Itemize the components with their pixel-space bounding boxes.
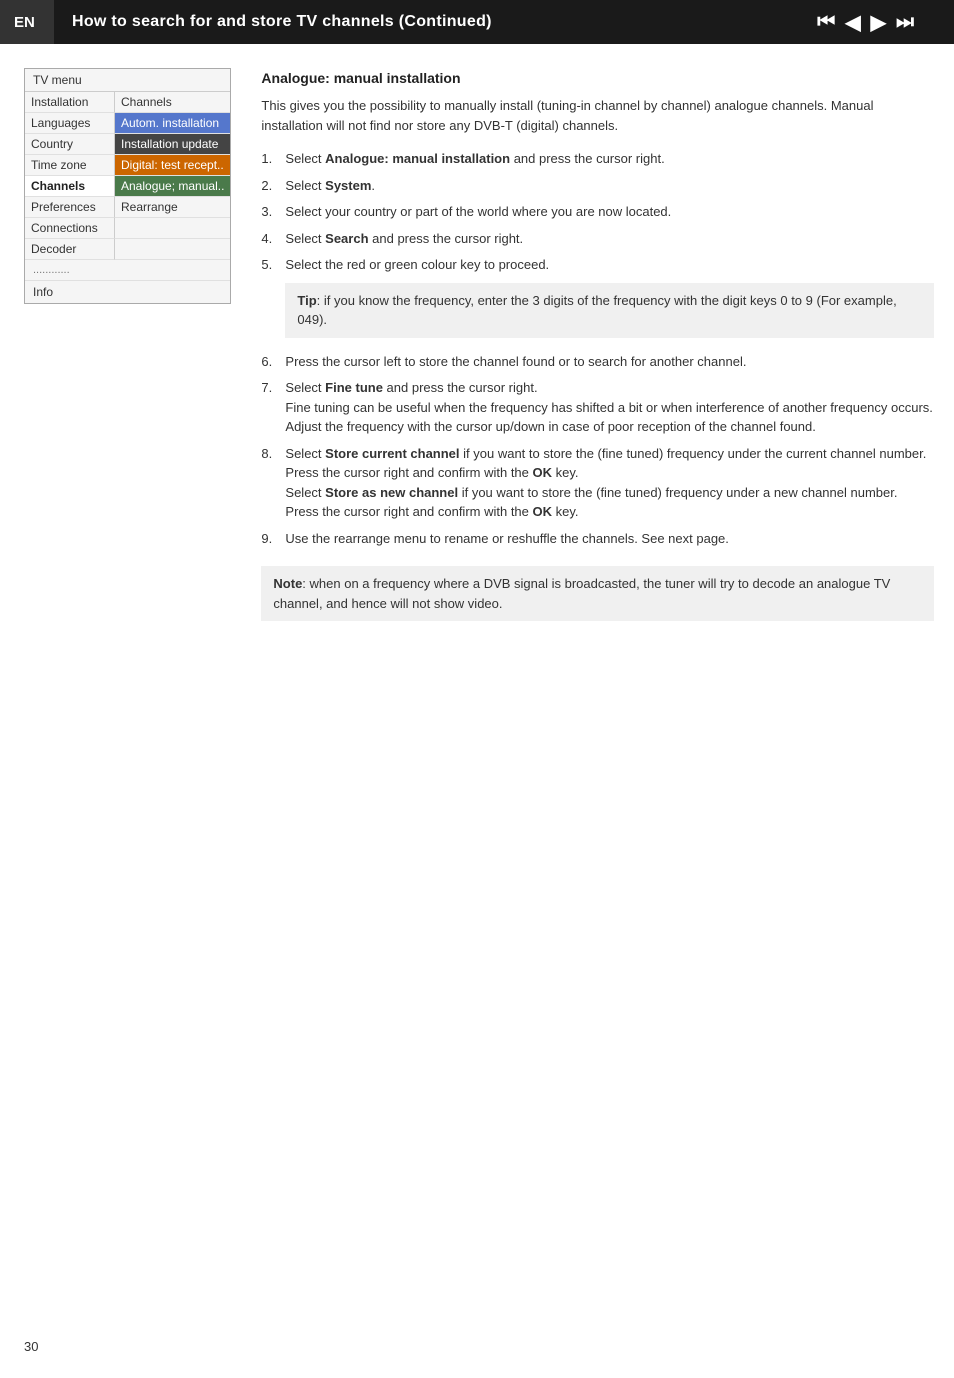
menu-row-installation[interactable]: Installation Channels xyxy=(25,92,230,113)
step-1-bold: Analogue: manual installation xyxy=(325,151,510,166)
menu-item-installation[interactable]: Installation xyxy=(25,92,115,113)
menu-row-languages[interactable]: Languages Autom. installation xyxy=(25,113,230,134)
step-7-num: 7. xyxy=(261,378,272,398)
menu-item-connections[interactable]: Connections xyxy=(25,218,115,239)
step-1-num: 1. xyxy=(261,149,272,169)
note-box: Note: when on a frequency where a DVB si… xyxy=(261,566,934,621)
menu-item-channels[interactable]: Channels xyxy=(25,176,115,197)
step-3: 3. Select your country or part of the wo… xyxy=(261,202,934,222)
menu-item-analogue-manual[interactable]: Analogue; manual.. xyxy=(115,176,230,197)
page-header: EN How to search for and store TV channe… xyxy=(0,0,954,44)
step-7-bold: Fine tune xyxy=(325,380,383,395)
step-7: 7. Select Fine tune and press the cursor… xyxy=(261,378,934,437)
step-4-num: 4. xyxy=(261,229,272,249)
step-8-bold1: Store current channel xyxy=(325,446,459,461)
menu-item-channels-option[interactable]: Channels xyxy=(115,92,230,113)
step-8-bold2: Store as new channel xyxy=(325,485,458,500)
menu-row-preferences[interactable]: Preferences Rearrange xyxy=(25,197,230,218)
step-9: 9. Use the rearrange menu to rename or r… xyxy=(261,529,934,549)
menu-item-digital-test[interactable]: Digital: test recept.. xyxy=(115,155,230,176)
page-number: 30 xyxy=(24,1339,38,1354)
tv-menu-title: TV menu xyxy=(25,69,230,92)
menu-item-info[interactable]: Info xyxy=(25,281,230,303)
menu-item-autom-installation[interactable]: Autom. installation xyxy=(115,113,230,134)
main-content: TV menu Installation Channels Languages … xyxy=(0,44,954,641)
menu-row-decoder[interactable]: Decoder xyxy=(25,239,230,260)
step-3-num: 3. xyxy=(261,202,272,222)
step-2-num: 2. xyxy=(261,176,272,196)
menu-item-rearrange[interactable]: Rearrange xyxy=(115,197,230,218)
tip-box: Tip: if you know the frequency, enter th… xyxy=(285,283,934,338)
note-label: Note xyxy=(273,576,302,591)
menu-dots: ............ xyxy=(25,260,230,281)
tip-label: Tip xyxy=(297,293,316,308)
step-4-bold: Search xyxy=(325,231,368,246)
menu-item-connections-right xyxy=(115,218,230,239)
menu-item-installation-update[interactable]: Installation update xyxy=(115,134,230,155)
intro-text: This gives you the possibility to manual… xyxy=(261,96,934,135)
menu-item-languages[interactable]: Languages xyxy=(25,113,115,134)
language-badge: EN xyxy=(0,0,54,44)
menu-item-decoder-right xyxy=(115,239,230,260)
step-8-ok2: OK xyxy=(533,504,553,519)
step-5-num: 5. xyxy=(261,255,272,275)
nav-icons: ⏮ ◀ ▶ ⏭ xyxy=(817,10,934,35)
steps-list-1: 1. Select Analogue: manual installation … xyxy=(261,149,934,275)
menu-row-country[interactable]: Country Installation update xyxy=(25,134,230,155)
nav-skip-forward-icon[interactable]: ⏭ xyxy=(896,11,914,34)
step-9-num: 9. xyxy=(261,529,272,549)
menu-row-timezone[interactable]: Time zone Digital: test recept.. xyxy=(25,155,230,176)
step-1: 1. Select Analogue: manual installation … xyxy=(261,149,934,169)
content-panel: Analogue: manual installation This gives… xyxy=(261,68,934,621)
tv-menu-panel: TV menu Installation Channels Languages … xyxy=(24,68,231,621)
step-8-num: 8. xyxy=(261,444,272,464)
nav-forward-icon[interactable]: ▶ xyxy=(871,10,886,35)
steps-list-2: 6. Press the cursor left to store the ch… xyxy=(261,352,934,549)
step-8: 8. Select Store current channel if you w… xyxy=(261,444,934,522)
step-2-bold: System xyxy=(325,178,371,193)
step-4: 4. Select Search and press the cursor ri… xyxy=(261,229,934,249)
nav-back-icon[interactable]: ◀ xyxy=(845,10,860,35)
step-5: 5. Select the red or green colour key to… xyxy=(261,255,934,275)
menu-item-timezone[interactable]: Time zone xyxy=(25,155,115,176)
section-title: Analogue: manual installation xyxy=(261,70,934,86)
menu-row-channels[interactable]: Channels Analogue; manual.. xyxy=(25,176,230,197)
step-8-ok1: OK xyxy=(533,465,553,480)
step-6: 6. Press the cursor left to store the ch… xyxy=(261,352,934,372)
menu-row-connections[interactable]: Connections xyxy=(25,218,230,239)
nav-skip-back-icon[interactable]: ⏮ xyxy=(817,11,835,34)
menu-item-preferences[interactable]: Preferences xyxy=(25,197,115,218)
menu-item-country[interactable]: Country xyxy=(25,134,115,155)
step-2: 2. Select System. xyxy=(261,176,934,196)
tv-menu-box: TV menu Installation Channels Languages … xyxy=(24,68,231,304)
step-6-num: 6. xyxy=(261,352,272,372)
menu-item-decoder[interactable]: Decoder xyxy=(25,239,115,260)
